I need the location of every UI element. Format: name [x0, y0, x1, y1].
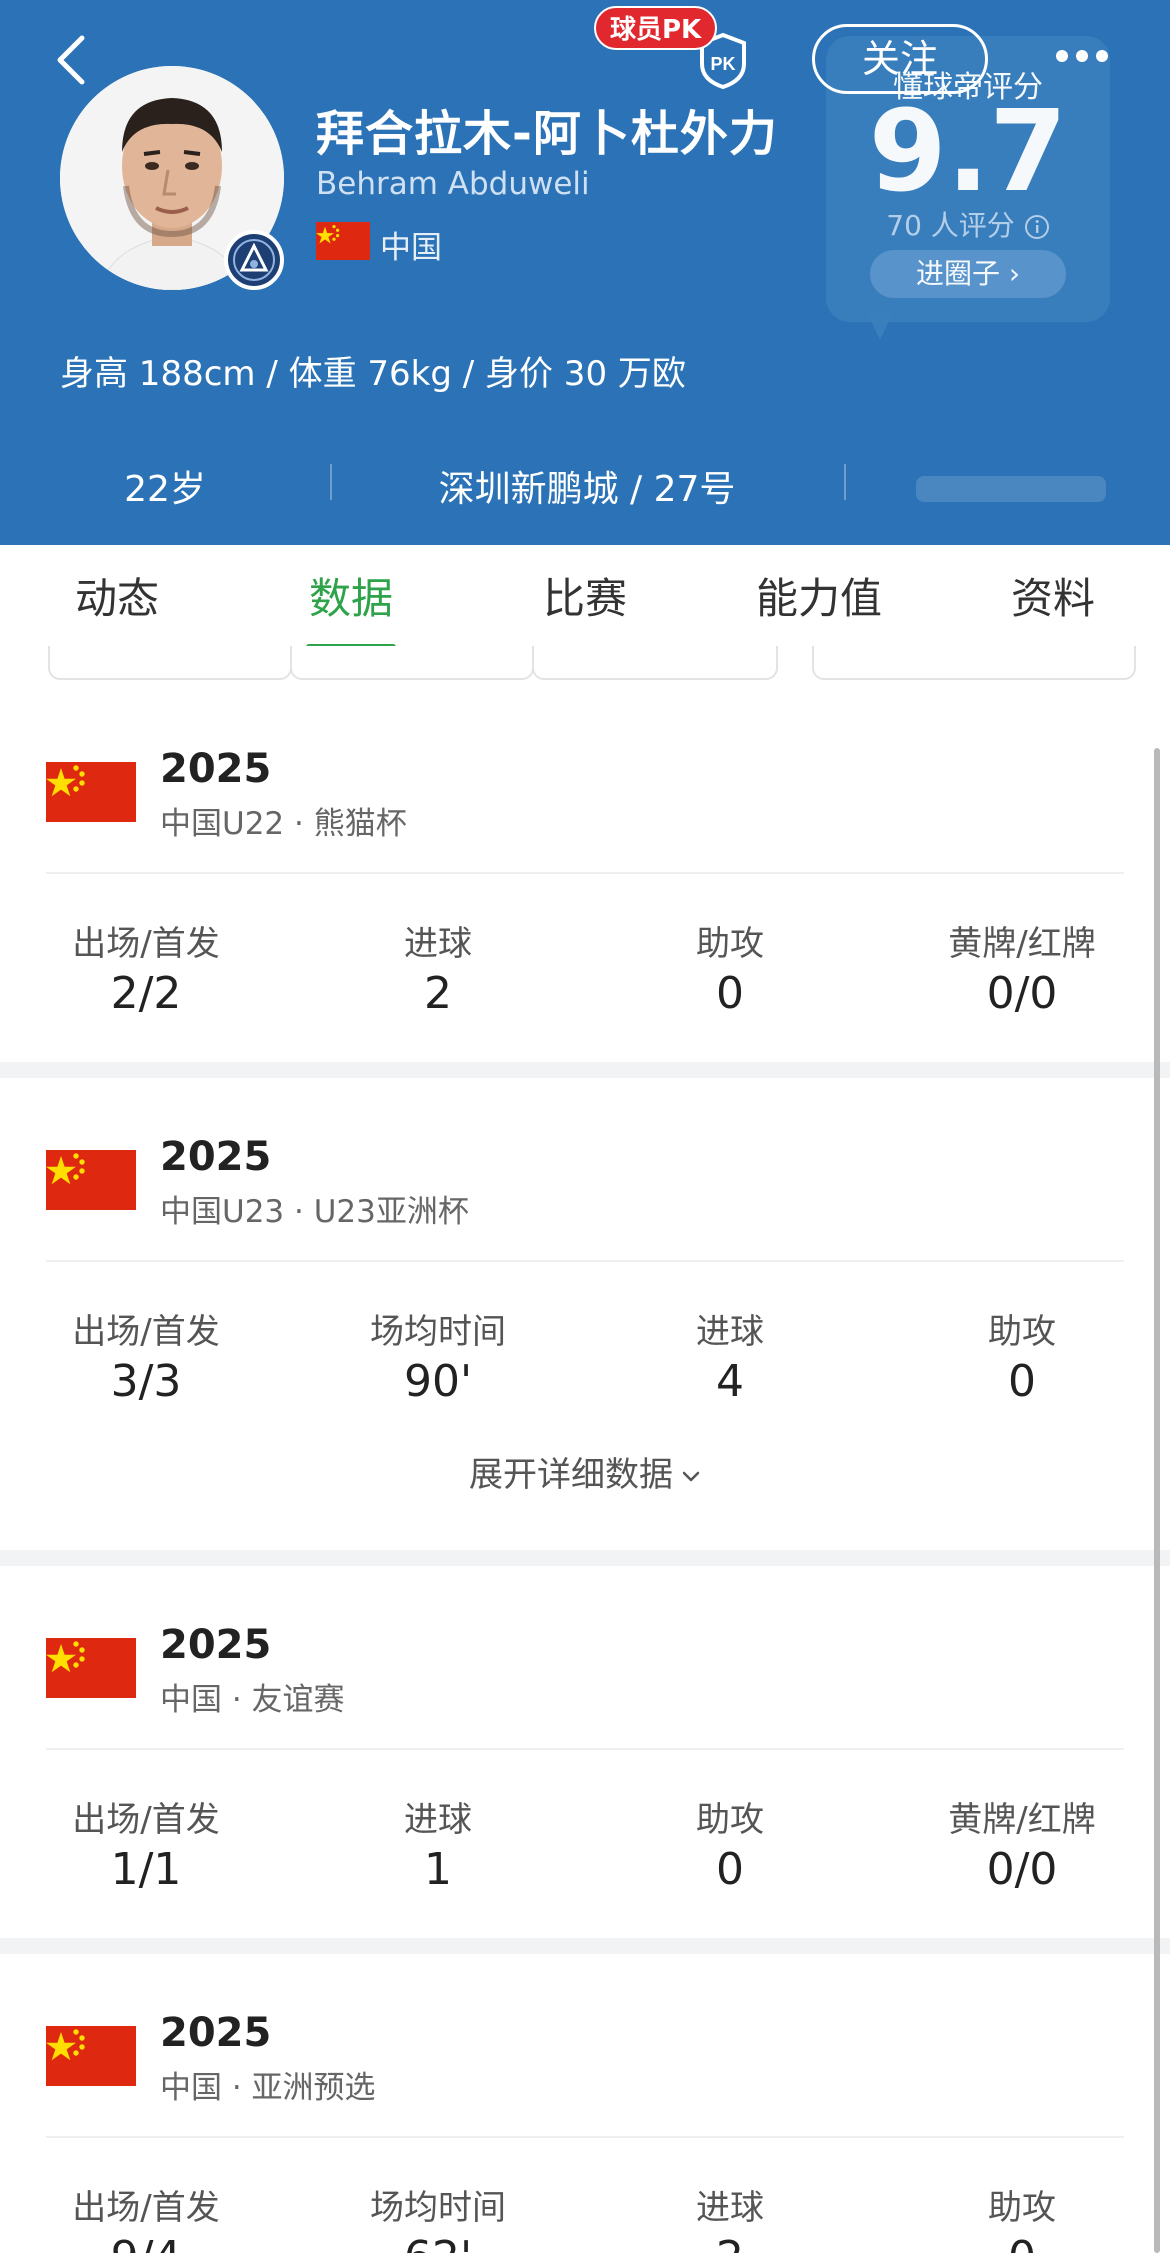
filter-segment[interactable]: [532, 646, 778, 680]
filter-strip: [0, 646, 1170, 690]
stat-label: 出场/首发: [72, 2188, 220, 2228]
stat-value: 9/4: [0, 2232, 292, 2253]
season-year: 2025: [160, 1134, 272, 1180]
tab-bar: 动态 数据 比赛 能力值 资料: [0, 545, 1170, 652]
competition-name: 中国 · 友谊赛: [160, 1682, 345, 1718]
expand-details-button[interactable]: 展开详细数据: [0, 1450, 1170, 1550]
rating-value: 9.7: [868, 87, 1068, 217]
china-flag-icon: [316, 222, 370, 260]
filter-dropdown[interactable]: [812, 646, 1136, 680]
player-header: 拜合拉木-阿卜杜外力 Behram Abduweli 中国 PK 球员PK 懂球…: [0, 0, 1170, 545]
club-badge-icon: [224, 230, 284, 290]
stat-value: 0: [1008, 1356, 1036, 1407]
card-header: 2025 中国U22 · 熊猫杯: [0, 690, 1170, 874]
rating-count: 70 人评分: [826, 204, 1110, 244]
obscured-info: [916, 476, 1106, 502]
tab-ability[interactable]: 能力值: [702, 545, 936, 652]
more-icon[interactable]: [1054, 46, 1110, 66]
stat-row: 出场/首发 2/2 进球 2 助攻 0 黄牌/红牌 0/0: [0, 874, 1170, 1062]
competition-name: 中国U23 · U23亚洲杯: [160, 1194, 469, 1230]
stat-label: 黄牌/红牌: [948, 924, 1096, 964]
stat-label: 场均时间: [370, 2188, 506, 2228]
scrollbar[interactable]: [1154, 748, 1160, 2253]
stat-label: 助攻: [696, 924, 764, 964]
stat-value: 1: [424, 1844, 452, 1895]
player-nation: 中国: [380, 230, 442, 266]
competition-card: 2025 中国U23 · U23亚洲杯 出场/首发 3/3 场均时间 90' 进球 4…: [0, 1078, 1170, 1550]
stat-row: 出场/首发 3/3 场均时间 90' 进球 4 助攻 0: [0, 1262, 1170, 1450]
stat-row: 出场/首发 9/4 场均时间 62' 进球 2 助攻 0: [0, 2138, 1170, 2253]
player-name-cn: 拜合拉木-阿卜杜外力: [316, 106, 778, 162]
stat-row: 出场/首发 1/1 进球 1 助攻 0 黄牌/红牌 0/0: [0, 1750, 1170, 1938]
filter-segment[interactable]: [48, 646, 292, 680]
stat-label: 出场/首发: [72, 1800, 220, 1840]
competition-card: 2025 中国 · 亚洲预选 出场/首发 9/4 场均时间 62' 进球 2 助攻 0: [0, 1954, 1170, 2253]
stat-label: 助攻: [696, 1800, 764, 1840]
stat-value: 2/2: [110, 968, 182, 1019]
stat-value: 0: [716, 1844, 744, 1895]
stat-value: 0/0: [986, 968, 1058, 1019]
china-flag-icon: [46, 762, 136, 822]
china-flag-icon: [46, 1638, 136, 1698]
back-arrow-icon[interactable]: [48, 30, 96, 90]
stat-label: 出场/首发: [72, 924, 220, 964]
card-header: 2025 中国 · 亚洲预选: [0, 1954, 1170, 2138]
pk-shield-text: PK: [710, 54, 735, 74]
follow-button[interactable]: 关注: [812, 24, 988, 94]
competition-card: 2025 中国 · 友谊赛 出场/首发 1/1 进球 1 助攻 0 黄牌/红牌 0/0: [0, 1566, 1170, 1938]
competition-card: 2025 中国U22 · 熊猫杯 出场/首发 2/2 进球 2 助攻 0 黄牌/红牌 0…: [0, 690, 1170, 1062]
player-name-en: Behram Abduweli: [316, 166, 590, 202]
stat-value: 0/0: [986, 1844, 1058, 1895]
rating-card-tail: [866, 310, 894, 340]
enter-circle-button[interactable]: 进圈子 ›: [870, 250, 1066, 298]
stat-value: 3/3: [110, 1356, 182, 1407]
stat-value: 0: [716, 968, 744, 1019]
stat-label: 进球: [404, 924, 472, 964]
filter-segment[interactable]: [290, 646, 534, 680]
tab-matches[interactable]: 比赛: [468, 545, 702, 652]
competition-name: 中国 · 亚洲预选: [160, 2070, 376, 2106]
tab-dynamic[interactable]: 动态: [0, 545, 234, 652]
player-club-number[interactable]: 深圳新鹏城 / 27号: [330, 460, 844, 512]
season-year: 2025: [160, 1622, 272, 1668]
body-stats: 身高 188cm / 体重 76kg / 身价 30 万欧: [60, 354, 686, 394]
season-year: 2025: [160, 746, 272, 792]
stats-list: 2025 中国U22 · 熊猫杯 出场/首发 2/2 进球 2 助攻 0 黄牌/红牌 0…: [0, 690, 1170, 2253]
rating-count-text: 70 人评分: [886, 209, 1015, 242]
stat-value: 1/1: [110, 1844, 182, 1895]
stat-label: 助攻: [988, 1312, 1056, 1352]
tab-data[interactable]: 数据: [234, 545, 468, 652]
chevron-down-icon: [682, 1471, 700, 1481]
stat-value: 2: [424, 968, 452, 1019]
stat-value: 0: [876, 2232, 1168, 2253]
pk-badge: 球员PK: [594, 6, 718, 50]
stat-label: 进球: [696, 2188, 764, 2228]
stat-label: 场均时间: [370, 1312, 506, 1352]
season-year: 2025: [160, 2010, 272, 2056]
stat-label: 黄牌/红牌: [948, 1800, 1096, 1840]
info-row: 22岁 深圳新鹏城 / 27号: [0, 448, 1170, 518]
tab-profile[interactable]: 资料: [936, 545, 1170, 652]
info-icon[interactable]: [1024, 214, 1050, 240]
stat-value: 4: [716, 1356, 744, 1407]
stat-label: 助攻: [988, 2188, 1056, 2228]
divider: [844, 464, 846, 500]
china-flag-icon: [46, 2026, 136, 2086]
stat-label: 进球: [696, 1312, 764, 1352]
card-header: 2025 中国 · 友谊赛: [0, 1566, 1170, 1750]
stat-value: 90': [403, 1356, 473, 1407]
card-header: 2025 中国U23 · U23亚洲杯: [0, 1078, 1170, 1262]
expand-label: 展开详细数据: [469, 1455, 673, 1495]
stat-label: 进球: [404, 1800, 472, 1840]
stat-value: 2: [584, 2232, 876, 2253]
stat-value: 62': [292, 2232, 584, 2253]
stat-label: 出场/首发: [72, 1312, 220, 1352]
competition-name: 中国U22 · 熊猫杯: [160, 806, 407, 842]
player-age: 22岁: [124, 469, 206, 510]
china-flag-icon: [46, 1150, 136, 1210]
